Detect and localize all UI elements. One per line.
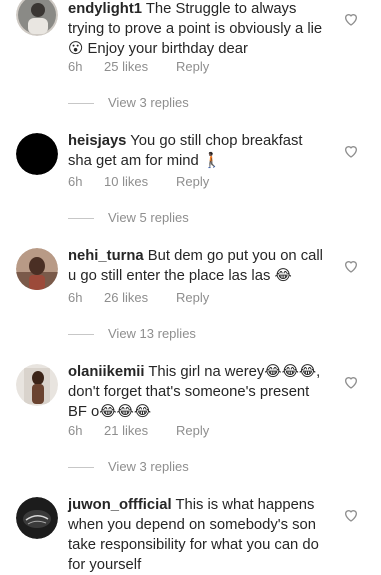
view-replies-button[interactable]: View 5 replies — [68, 210, 189, 225]
avatar[interactable] — [16, 497, 58, 539]
reply-button[interactable]: Reply — [176, 59, 209, 74]
likes-count[interactable]: 26 likes — [104, 290, 176, 305]
avatar[interactable] — [16, 248, 58, 290]
replies-divider — [68, 334, 94, 336]
comment-text-block: olaniikemii This girl na werey😂😂😂, don't… — [68, 362, 330, 422]
avatar[interactable] — [16, 364, 58, 406]
comment-username[interactable]: nehi_turna — [68, 248, 144, 264]
avatar[interactable] — [16, 133, 58, 175]
comment-username[interactable]: heisjays — [68, 133, 126, 149]
comment-text-block: juwon_offficial This is what happens whe… — [68, 495, 330, 575]
view-replies-label: View 3 replies — [108, 95, 189, 110]
view-replies-label: View 13 replies — [108, 326, 196, 341]
comment-meta: 6h 25 likes Reply — [68, 59, 209, 74]
comment-time: 6h — [68, 59, 83, 74]
replies-divider — [68, 467, 94, 469]
view-replies-label: View 3 replies — [108, 459, 189, 474]
view-replies-button[interactable]: View 13 replies — [68, 326, 196, 341]
likes-count[interactable]: 25 likes — [104, 59, 176, 74]
comment-text-block: endylight1 The Struggle to always trying… — [68, 0, 330, 59]
comment-time: 6h — [68, 290, 83, 305]
replies-divider — [68, 218, 94, 220]
comment-username[interactable]: endylight1 — [68, 1, 142, 17]
like-heart-icon[interactable] — [343, 11, 359, 27]
comment-text-block: nehi_turna But dem go put you on call u … — [68, 246, 330, 286]
reply-button[interactable]: Reply — [176, 174, 209, 189]
replies-divider — [68, 103, 94, 105]
comment-meta: 6h 10 likes Reply — [68, 174, 209, 189]
comment-time: 6h — [68, 423, 83, 438]
view-replies-button[interactable]: View 3 replies — [68, 95, 189, 110]
comment-username[interactable]: juwon_offficial — [68, 497, 172, 513]
like-heart-icon[interactable] — [343, 374, 359, 390]
likes-count[interactable]: 10 likes — [104, 174, 176, 189]
like-heart-icon[interactable] — [343, 258, 359, 274]
like-heart-icon[interactable] — [343, 143, 359, 159]
comment-meta: 6h 21 likes Reply — [68, 423, 209, 438]
view-replies-button[interactable]: View 3 replies — [68, 459, 189, 474]
reply-button[interactable]: Reply — [176, 290, 209, 305]
view-replies-label: View 5 replies — [108, 210, 189, 225]
likes-count[interactable]: 21 likes — [104, 423, 176, 438]
reply-button[interactable]: Reply — [176, 423, 209, 438]
comment-meta: 6h 26 likes Reply — [68, 290, 209, 305]
like-heart-icon[interactable] — [343, 507, 359, 523]
comment-text-block: heisjays You go still chop breakfast sha… — [68, 131, 330, 171]
comment-time: 6h — [68, 174, 83, 189]
avatar[interactable] — [16, 0, 58, 36]
comment-username[interactable]: olaniikemii — [68, 364, 144, 380]
